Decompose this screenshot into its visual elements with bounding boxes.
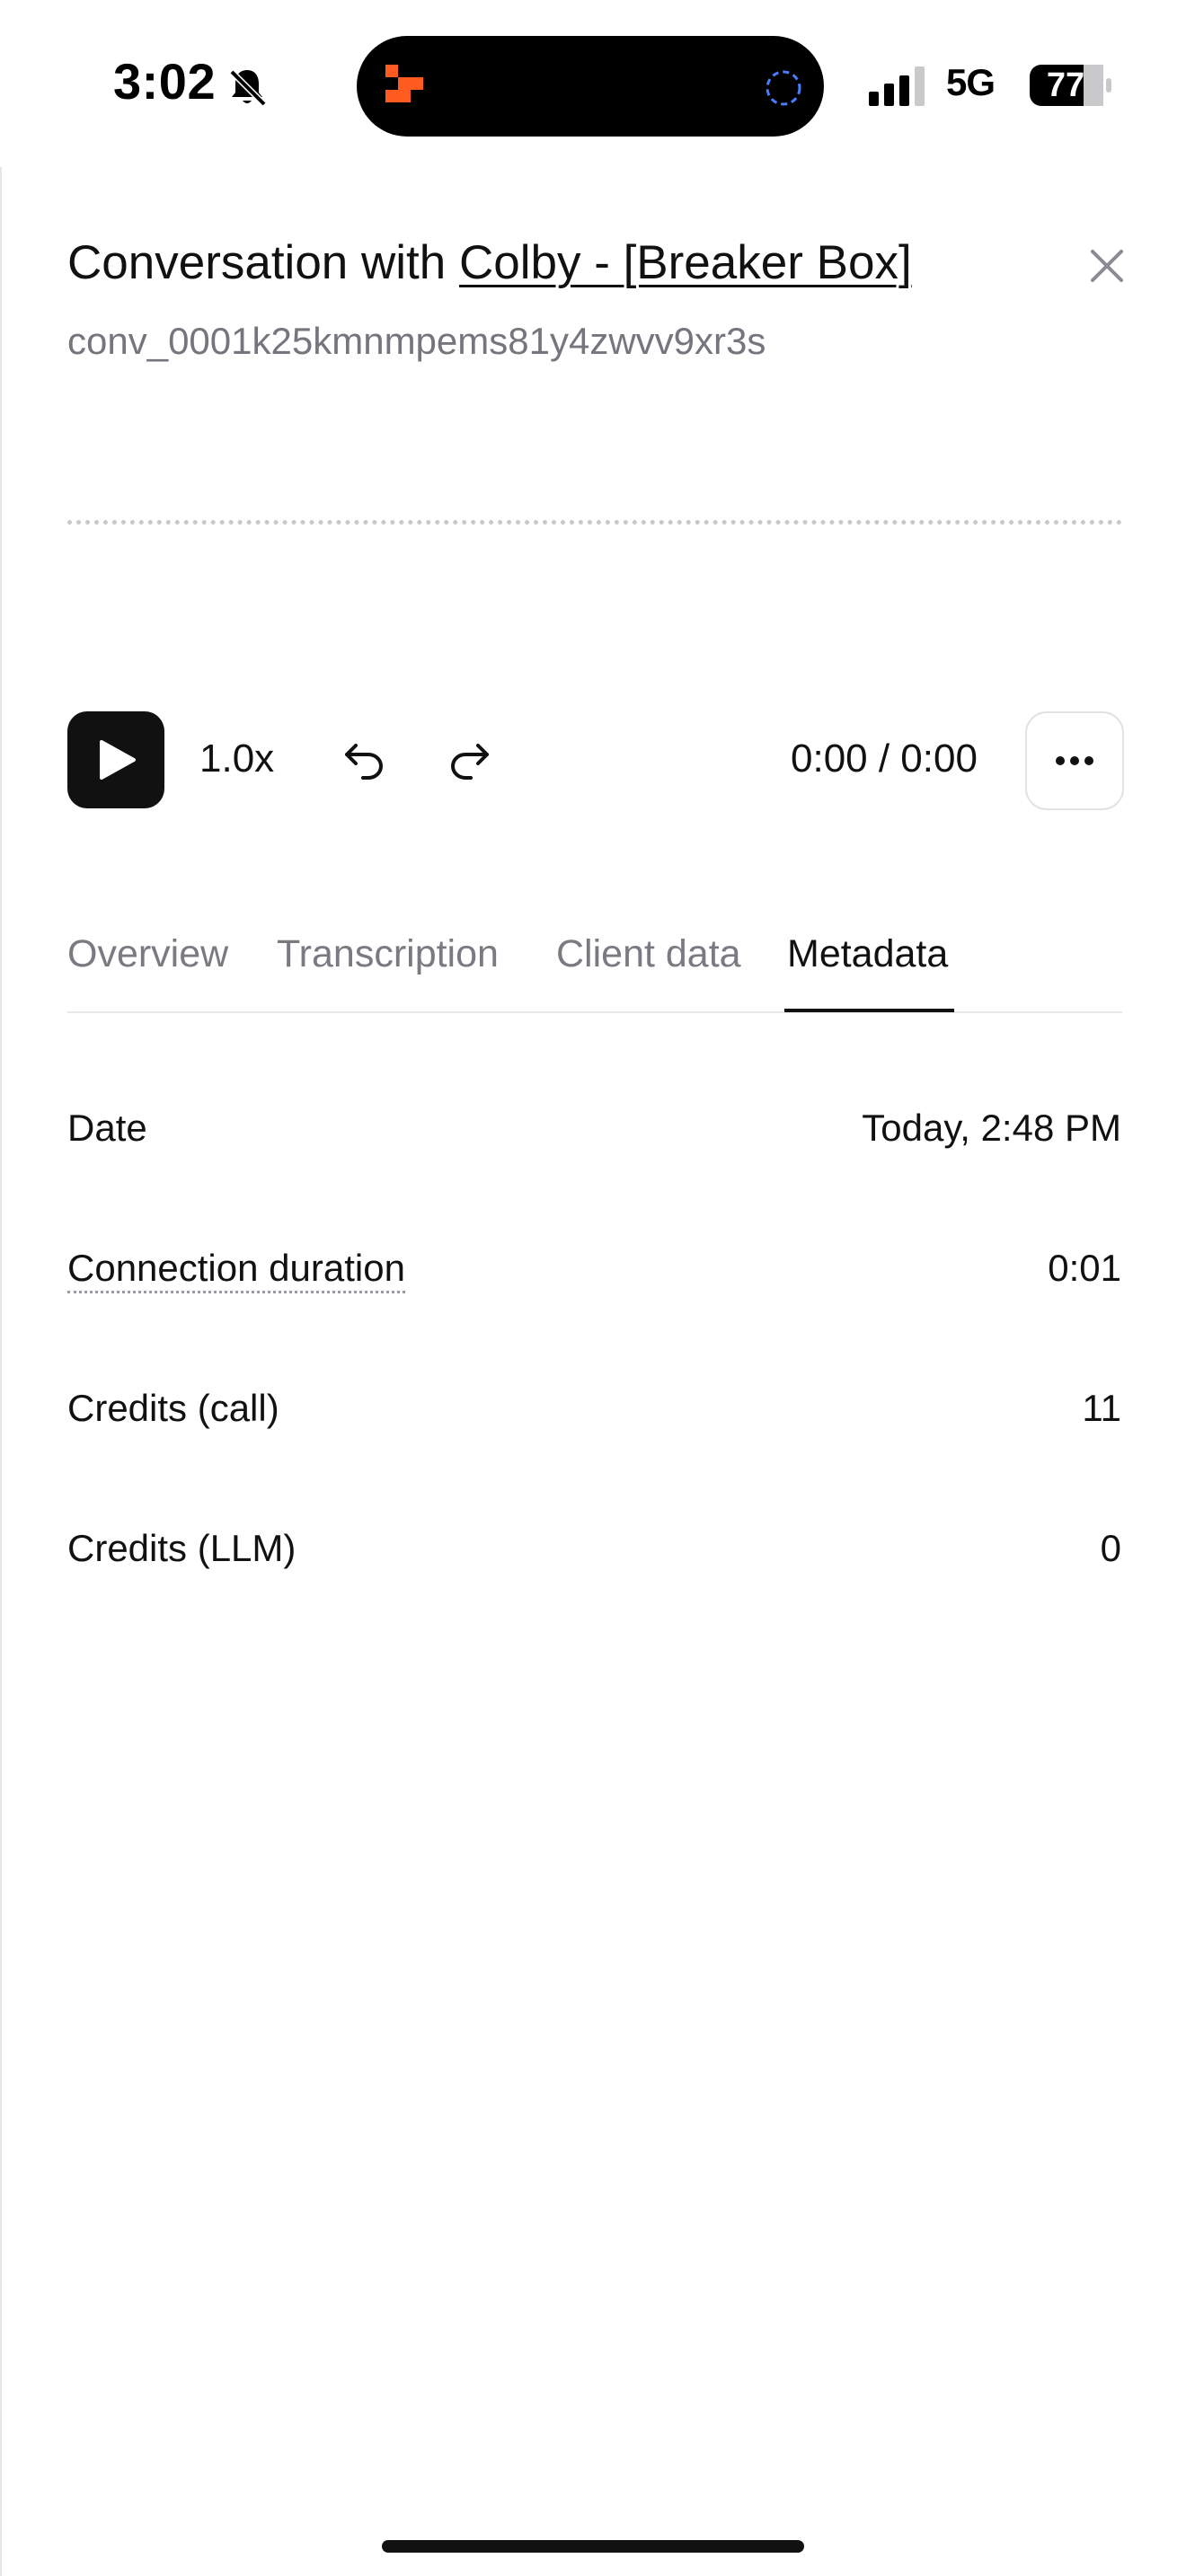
metadata-label-date: Date xyxy=(67,1107,147,1149)
title-prefix: Conversation with xyxy=(67,236,459,289)
tabs-divider xyxy=(67,1011,1122,1013)
bell-slash-icon xyxy=(229,69,267,107)
play-button[interactable] xyxy=(67,711,164,808)
page-title: Conversation with Colby - [Breaker Box] xyxy=(67,235,912,290)
app-logo-icon xyxy=(385,65,423,102)
metadata-value-connection-duration: 0:01 xyxy=(1048,1247,1121,1289)
metadata-value-date: Today, 2:48 PM xyxy=(862,1107,1121,1149)
tab-client-data[interactable]: Client data xyxy=(556,932,741,976)
metadata-value-credits-call: 11 xyxy=(1082,1387,1121,1429)
sheet-edge xyxy=(0,167,2,2576)
activity-ring-icon xyxy=(766,70,801,106)
signal-icon xyxy=(869,66,925,106)
connection-duration-tooltip-trigger[interactable]: Connection duration xyxy=(67,1247,405,1293)
metadata-label-connection-duration[interactable]: Connection duration xyxy=(67,1247,405,1293)
conversation-id: conv_0001k25kmnmpems81y4zwvv9xr3s xyxy=(67,320,766,362)
battery-level: 77 xyxy=(1046,66,1085,104)
tab-metadata[interactable]: Metadata xyxy=(787,932,948,976)
tab-transcription[interactable]: Transcription xyxy=(277,932,499,976)
close-icon[interactable] xyxy=(1087,246,1127,286)
rewind-icon[interactable] xyxy=(340,737,386,783)
more-options-button[interactable] xyxy=(1025,711,1124,810)
forward-icon[interactable] xyxy=(447,737,494,783)
active-tab-indicator xyxy=(784,1009,954,1012)
home-indicator[interactable] xyxy=(382,2540,804,2553)
more-icon xyxy=(1056,756,1093,765)
network-label: 5G xyxy=(946,61,996,103)
dynamic-island xyxy=(357,36,824,137)
playback-speed-button[interactable]: 1.0x xyxy=(199,737,274,781)
agent-link[interactable]: Colby - [Breaker Box] xyxy=(459,236,912,289)
audio-waveform[interactable] xyxy=(67,520,1122,525)
playback-time: 0:00 / 0:00 xyxy=(791,737,978,781)
play-icon xyxy=(100,740,136,780)
metadata-label-credits-call: Credits (call) xyxy=(67,1387,279,1429)
metadata-value-credits-llm: 0 xyxy=(1100,1527,1121,1569)
metadata-label-credits-llm: Credits (LLM) xyxy=(67,1527,296,1569)
tab-overview[interactable]: Overview xyxy=(67,932,228,976)
status-time: 3:02 xyxy=(113,53,217,110)
